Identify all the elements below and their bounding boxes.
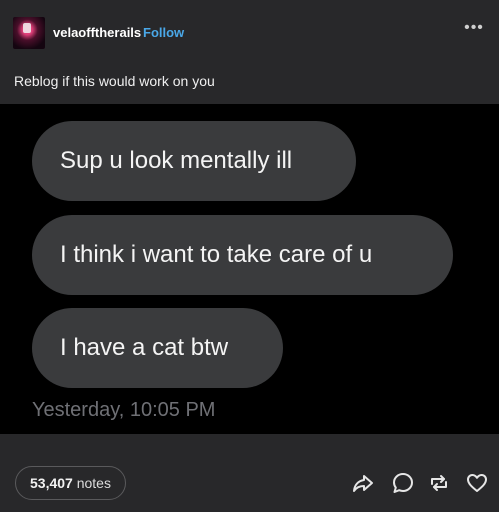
post-caption: Reblog if this would work on you: [14, 73, 215, 89]
post-image: Sup u look mentally ill I think i want t…: [0, 104, 499, 434]
message-bubble: Sup u look mentally ill: [32, 121, 356, 201]
tumblr-post: velaofftherails Follow ••• Reblog if thi…: [0, 0, 499, 512]
message-timestamp: Yesterday, 10:05 PM: [32, 399, 216, 421]
more-options-icon[interactable]: •••: [463, 20, 485, 36]
username-link[interactable]: velaofftherails: [53, 25, 141, 40]
message-bubble: I have a cat btw: [32, 308, 283, 388]
like-icon[interactable]: [465, 471, 489, 495]
notes-label: notes: [76, 475, 111, 491]
follow-button[interactable]: Follow: [143, 25, 184, 40]
notes-count: 53,407: [30, 475, 73, 491]
avatar[interactable]: [13, 17, 45, 49]
post-footer: 53,407 notes: [0, 434, 499, 512]
message-bubble: I think i want to take care of u: [32, 215, 453, 295]
reply-icon[interactable]: [391, 471, 415, 495]
notes-button[interactable]: 53,407 notes: [15, 466, 126, 500]
post-header: velaofftherails Follow •••: [0, 0, 499, 64]
share-icon[interactable]: [351, 471, 375, 495]
reblog-icon[interactable]: [427, 471, 451, 495]
